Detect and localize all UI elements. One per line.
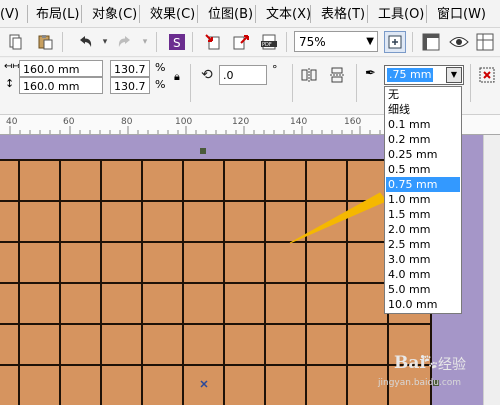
outline-dropdown-arrow-icon[interactable]: ▼ — [446, 67, 462, 83]
watermark-url: jingyan.baidu.com — [378, 378, 462, 388]
option-1-5mm[interactable]: 1.5 mm — [386, 207, 460, 222]
object-height-field[interactable]: 160.0 mm — [19, 77, 103, 94]
toolbar-separator — [470, 64, 471, 102]
menu-text[interactable]: 文本(X) — [266, 0, 311, 27]
menu-effects[interactable]: 效果(C) — [150, 0, 195, 27]
option-0-1mm[interactable]: 0.1 mm — [386, 117, 460, 132]
ruler-label-160: 160 — [344, 117, 362, 127]
mirror-horizontal-icon[interactable] — [300, 66, 318, 88]
ruler-label-100: 100 — [175, 117, 193, 127]
menu-tools[interactable]: 工具(O) — [378, 0, 424, 27]
menu-separator — [27, 5, 28, 23]
degree-label: ° — [272, 63, 278, 76]
undo-dropdown-icon[interactable]: ▾ — [94, 31, 116, 53]
rotation-icon: ⟲ — [201, 67, 213, 83]
object-width-value: 160.0 mm — [23, 63, 80, 76]
menu-bitmaps[interactable]: 位图(B) — [208, 0, 253, 27]
publish-pdf-icon[interactable]: PDF — [258, 31, 280, 53]
menu-separator — [197, 5, 198, 23]
toolbar-separator — [156, 32, 157, 52]
zoom-level-value: 75% — [299, 35, 326, 49]
menu-separator — [426, 5, 427, 23]
view-eye-icon[interactable] — [448, 31, 470, 53]
toolbar-separator — [62, 32, 63, 52]
toolbar-separator — [412, 32, 413, 52]
option-4-0mm[interactable]: 4.0 mm — [386, 267, 460, 282]
redo-icon[interactable] — [114, 31, 136, 53]
svg-text:S: S — [173, 36, 181, 50]
outline-pen-icon: ✒︎ — [365, 66, 376, 81]
watermark-text: 经验 — [438, 357, 466, 373]
object-width-field[interactable]: 160.0 mm — [19, 60, 103, 77]
zoom-dropdown-arrow-icon: ▼ — [366, 36, 374, 47]
export-icon[interactable] — [230, 31, 252, 53]
object-height-value: 160.0 mm — [23, 80, 80, 93]
launcher-icon[interactable]: S — [166, 31, 188, 53]
rotation-angle-field[interactable]: .0 — [219, 65, 267, 85]
menu-separator — [310, 5, 311, 23]
ruler-label-40: 40 — [6, 117, 18, 127]
ruler-label-120: 120 — [232, 117, 250, 127]
watermark: Bai 🐾︎ 经验 jingyan.baidu.com — [378, 349, 490, 399]
menu-arrange[interactable]: 对象(C) — [92, 0, 137, 27]
zoom-level-select[interactable]: 75% ▼ — [294, 31, 378, 52]
option-1-0mm[interactable]: 1.0 mm — [386, 192, 460, 207]
menu-separator — [139, 5, 140, 23]
lock-ratio-icon[interactable]: 🔒︎ — [174, 70, 180, 84]
option-0-75mm-selected[interactable]: 0.75 mm — [386, 177, 460, 192]
menu-separator — [81, 5, 82, 23]
mirror-vertical-icon[interactable] — [328, 66, 346, 88]
option-2-5mm[interactable]: 2.5 mm — [386, 237, 460, 252]
toolbar-separator — [292, 64, 293, 102]
menu-view[interactable]: (V) — [0, 0, 19, 27]
ruler-label-80: 80 — [121, 117, 133, 127]
standard-toolbar: ▾ ▾ S PDF 75% ▼ — [0, 28, 500, 57]
scale-y-value: 130.7 — [114, 80, 146, 93]
import-icon[interactable] — [202, 31, 224, 53]
option-10-0mm[interactable]: 10.0 mm — [386, 297, 460, 312]
toolbar-separator — [286, 32, 287, 52]
redo-dropdown-icon[interactable]: ▾ — [134, 31, 156, 53]
option-0-5mm[interactable]: 0.5 mm — [386, 162, 460, 177]
break-apart-icon[interactable] — [478, 66, 496, 88]
toolbar-separator — [192, 32, 193, 52]
svg-text:PDF: PDF — [262, 42, 272, 48]
rotation-angle-value: .0 — [223, 69, 234, 82]
height-arrows-icon: ↕ — [5, 77, 15, 90]
menu-bar: (V) 布局(L) 对象(C) 效果(C) 位图(B) 文本(X) 表格(T) … — [0, 0, 500, 28]
option-2-0mm[interactable]: 2.0 mm — [386, 222, 460, 237]
paste-icon[interactable] — [34, 31, 56, 53]
zoom-to-page-icon[interactable] — [384, 31, 406, 53]
toolbar-separator — [190, 64, 191, 102]
option-none[interactable]: 无 — [386, 87, 460, 102]
menu-table[interactable]: 表格(T) — [321, 0, 365, 27]
paw-logo-icon: 🐾︎ — [420, 353, 440, 371]
scale-x-field[interactable]: 130.7 — [110, 60, 150, 77]
outline-width-value: .75 mm — [387, 68, 434, 82]
menu-separator — [255, 5, 256, 23]
option-hairline[interactable]: 细线 — [386, 102, 460, 117]
menu-separator — [367, 5, 368, 23]
scale-x-percent: % — [155, 61, 166, 74]
snap-to-icon[interactable] — [420, 31, 442, 53]
scale-y-field[interactable]: 130.7 — [110, 77, 150, 94]
ruler-label-60: 60 — [63, 117, 75, 127]
option-0-25mm[interactable]: 0.25 mm — [386, 147, 460, 162]
menu-layout[interactable]: 布局(L) — [36, 0, 79, 27]
ruler-label-140: 140 — [290, 117, 308, 127]
option-5-0mm[interactable]: 5.0 mm — [386, 282, 460, 297]
undo-icon[interactable] — [74, 31, 96, 53]
toolbar-separator — [356, 64, 357, 102]
option-3-0mm[interactable]: 3.0 mm — [386, 252, 460, 267]
outline-width-select[interactable]: .75 mm ▼ — [384, 65, 464, 85]
scale-y-percent: % — [155, 78, 166, 91]
menu-window[interactable]: 窗口(W) — [437, 0, 486, 27]
option-0-2mm[interactable]: 0.2 mm — [386, 132, 460, 147]
options-grid-icon[interactable] — [474, 31, 496, 53]
outline-width-dropdown-list: 无 细线 0.1 mm 0.2 mm 0.25 mm 0.5 mm 0.75 m… — [384, 86, 462, 314]
top-selection-handle — [200, 148, 206, 154]
scale-x-value: 130.7 — [114, 63, 146, 76]
cut-icon[interactable] — [4, 31, 26, 53]
